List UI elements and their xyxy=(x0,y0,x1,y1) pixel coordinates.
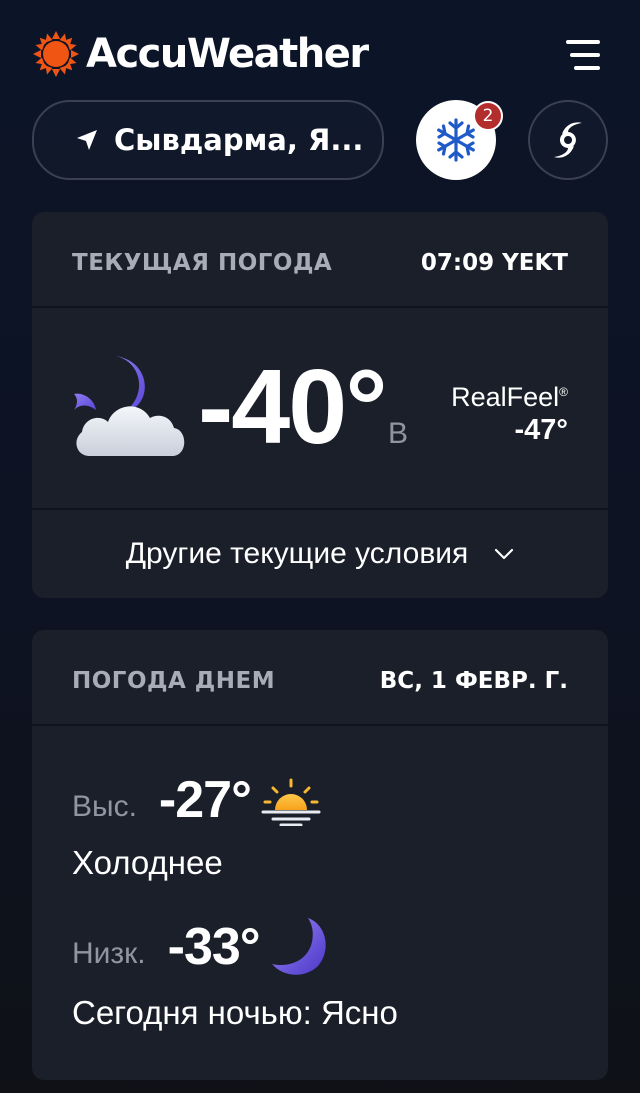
sun-logo-icon xyxy=(33,31,79,77)
low-label: Низк. xyxy=(72,937,146,970)
day-phrase: Холоднее xyxy=(72,844,223,881)
realfeel-label: RealFeel® xyxy=(451,382,568,413)
high-label: Выс. xyxy=(72,790,137,823)
today-forecast-title: ПОГОДА ДНЕМ xyxy=(72,668,276,694)
low-temperature: -33° xyxy=(167,918,261,976)
hurricane-icon xyxy=(554,122,582,158)
current-weather-title: ТЕКУЩАЯ ПОГОДА xyxy=(72,250,333,276)
sun-haze-icon xyxy=(261,778,321,826)
current-weather-header: ТЕКУЩАЯ ПОГОДА 07:09 YEKT xyxy=(32,212,608,308)
snowflake-icon xyxy=(437,118,475,162)
accuweather-logo[interactable]: AccuWeather xyxy=(32,30,369,78)
current-weather-card[interactable]: ТЕКУЩАЯ ПОГОДА 07:09 YEKT -40° В RealFee… xyxy=(32,212,608,598)
alert-count-badge: 2 xyxy=(473,101,503,131)
high-temperature-row: Выс. -27° xyxy=(72,770,323,830)
today-forecast-card[interactable]: ПОГОДА ДНЕМ ВС, 1 ФЕВР. Г. Выс. -27° Хол… xyxy=(32,630,608,1080)
realfeel-registered-mark: ® xyxy=(559,385,568,399)
hamburger-menu-icon[interactable] xyxy=(566,40,602,72)
forecast-date: ВС, 1 ФЕВР. Г. xyxy=(379,668,568,694)
night-phrase: Сегодня ночью: Ясно xyxy=(72,994,398,1031)
current-time: 07:09 YEKT xyxy=(420,250,568,276)
realfeel-text: RealFeel xyxy=(451,382,560,412)
hurricane-button[interactable] xyxy=(528,100,608,180)
high-temperature: -27° xyxy=(158,771,252,829)
app-header: AccuWeather xyxy=(0,0,640,100)
today-forecast-header: ПОГОДА ДНЕМ ВС, 1 ФЕВР. Г. xyxy=(32,630,608,726)
brand-name: AccuWeather xyxy=(86,31,369,77)
mostly-cloudy-night-icon xyxy=(74,356,185,456)
location-arrow-icon xyxy=(77,130,97,150)
chevron-down-icon xyxy=(495,548,514,560)
low-temperature-row: Низк. -33° xyxy=(72,915,334,979)
location-search-button[interactable]: Сывдарма, Я... xyxy=(32,100,384,180)
current-temperature: -40° xyxy=(198,348,388,466)
wind-direction: В xyxy=(388,417,409,450)
moon-icon xyxy=(271,918,326,975)
location-name: Сывдарма, Я... xyxy=(114,123,364,157)
more-conditions-toggle[interactable]: Другие текущие условия xyxy=(32,510,608,598)
realfeel-value: -47° xyxy=(514,414,568,446)
more-conditions-label: Другие текущие условия xyxy=(125,537,469,570)
